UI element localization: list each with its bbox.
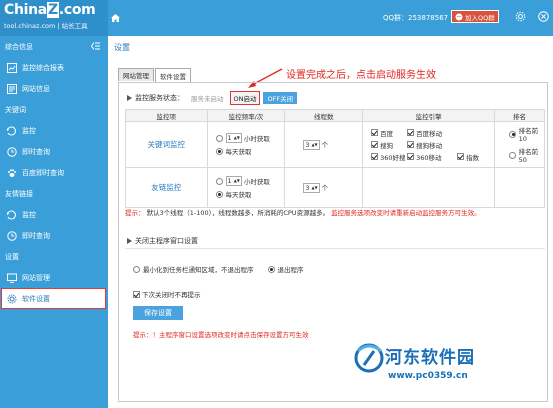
engine-index-checkbox[interactable]: 指数 [457,152,493,162]
join-qq-button[interactable]: 加入QQ群 [451,10,499,23]
sidebar-item-monitor-report[interactable]: 监控综合报表 [0,57,108,78]
section-divider [125,248,545,249]
sidebar-item-site-info[interactable]: 网站信息 [0,78,108,99]
service-status-row: 监控服务状态： 服务未启动 ON启动 OFF关闭 [127,91,298,105]
monitor-table: 监控项 监控频率/次 线程数 监控引擎 排名 关键词监控 1 ▲▼ 小时获取 每天获… [125,109,545,208]
engines-cell: 百度 百度移动 搜狗 搜狗移动 360好搜 360移动 指数 [362,121,496,168]
home-icon[interactable] [111,14,120,24]
sidebar-section-friend-links: 友情链接 [5,189,33,198]
save-settings-button[interactable]: 保存设置 [133,306,183,320]
table-header: 监控项 [125,109,208,122]
paw-icon [7,168,17,178]
daily-radio[interactable] [215,147,223,155]
engine-360-checkbox[interactable]: 360好搜 [371,152,407,162]
exit-program-radio[interactable] [267,265,275,273]
threads-stepper[interactable]: 3 ▲▼ [303,140,320,150]
close-icon[interactable] [538,11,549,24]
watermark: 河东软件园 www.pc0359.cn [352,339,552,399]
service-status-label: 监控服务状态： [135,94,184,102]
minimize-to-tray-radio[interactable] [133,265,140,273]
watermark-url: www.pc0359.cn [388,371,468,381]
sidebar: ChinaZ.com tool.chinaz.com | 站长工具 综合信息 监… [0,0,108,408]
gear-icon [7,294,17,304]
engine-baidu-mobile-checkbox[interactable]: 百度移动 [407,128,457,138]
settings-gear-icon[interactable] [515,11,526,24]
engine-360-mobile-checkbox[interactable]: 360移动 [407,152,457,162]
clock-icon [7,146,17,157]
keyword-monitor-category[interactable]: 关键词监控 [125,121,208,168]
save-tip: 提示：！主程序窗口设置选项改变时请点击保存设置方可生效 [133,331,309,339]
sidebar-section-overview: 综合信息 [0,36,108,57]
threads-stepper[interactable]: 3 ▲▼ [303,183,320,193]
hours-stepper[interactable]: 1 ▲▼ [225,176,242,186]
rank-cell [494,167,545,208]
table-header: 监控引擎 [362,109,496,122]
stop-service-button[interactable]: OFF关闭 [263,92,298,104]
sidebar-item-keyword-monitor[interactable]: 监控 [0,120,108,141]
brand-logo: ChinaZ.com [4,2,96,18]
sidebar-section-keywords: 关键词 [5,105,26,114]
close-window-section-title: 关闭主程序窗口设置 [127,236,198,246]
qq-icon [455,13,463,20]
caret-right-icon [127,95,132,101]
watermark-logo-icon [354,343,384,373]
qq-group-label: QQ群：253878567 [383,14,449,22]
sidebar-item-link-monitor[interactable]: 监控 [0,204,108,225]
globe-icon [7,273,17,283]
service-status-value: 服务未启动 [191,95,224,103]
daily-radio[interactable] [215,190,223,198]
engine-sogou-mobile-checkbox[interactable]: 搜狗移动 [407,140,457,150]
caret-right-icon [127,238,132,244]
rank-cell: 排名前10 排名前50 [494,121,545,168]
page-title: 设置 [114,43,130,52]
sidebar-item-baidu-query[interactable]: 百度即时查询 [0,162,108,183]
sidebar-item-link-query[interactable]: 即时查询 [0,225,108,246]
sidebar-item-keyword-query[interactable]: 即时查询 [0,141,108,162]
tab-software-settings[interactable]: 软件设置 [155,68,191,82]
close-options: 最小化到任务栏通知区域，不退出程序 退出程序 [133,264,304,274]
engines-cell [362,167,496,208]
no-prompt-row: 下次关闭时不再提示 [133,289,201,299]
table-header: 线程数 [284,109,364,122]
no-prompt-checkbox[interactable] [133,290,140,298]
table-header: 排名 [494,109,545,122]
site-info-icon [7,83,17,94]
start-service-button[interactable]: ON启动 [229,91,261,105]
annotation-text: 设置完成之后，点击启动服务生效 [286,70,436,81]
monitor-icon [7,210,17,220]
engine-sogou-checkbox[interactable]: 搜狗 [371,140,407,150]
frequency-cell: 1 ▲▼ 小时获取 每天获取 [206,167,286,208]
threads-cell: 3 ▲▼ 个 [284,167,364,208]
hourly-radio[interactable] [215,177,223,185]
brand: ChinaZ.com tool.chinaz.com | 站长工具 [0,0,108,36]
rank-top10-radio[interactable] [509,130,516,138]
brand-subtitle: tool.chinaz.com | 站长工具 [4,22,88,30]
settings-tabs: 网站管理 软件设置 [118,68,192,82]
hourly-radio[interactable] [215,134,223,142]
collapse-menu-icon[interactable] [90,42,100,52]
engine-baidu-checkbox[interactable]: 百度 [371,128,407,138]
link-monitor-category[interactable]: 友链监控 [125,167,208,208]
thread-tip: 提示： 默认3个线程（1-100），线程数越多，所消耗的CPU资源越多。 监控服… [125,209,481,217]
table-header: 监控频率/次 [206,109,286,122]
tab-site-manage[interactable]: 网站管理 [118,68,154,81]
table-row: 关键词监控 1 ▲▼ 小时获取 每天获取 3 ▲▼ 个 百度 百度移动 搜狗 搜狗移动 [125,121,545,168]
table-header-row: 监控项 监控频率/次 线程数 监控引擎 排名 [125,109,545,122]
top-bar: QQ群：253878567 加入QQ群 [108,0,553,36]
watermark-title: 河东软件园 [385,348,475,368]
chart-icon [7,62,17,73]
hours-stepper[interactable]: 1 ▲▼ [225,133,242,143]
monitor-icon [7,126,17,136]
threads-cell: 3 ▲▼ 个 [284,121,364,168]
frequency-cell: 1 ▲▼ 小时获取 每天获取 [206,121,286,168]
sidebar-item-software-settings[interactable]: 软件设置 [1,288,106,309]
rank-top50-radio[interactable] [509,151,516,159]
table-row: 友链监控 1 ▲▼ 小时获取 每天获取 3 ▲▼ 个 [125,167,545,208]
sidebar-section-settings: 设置 [5,252,19,261]
sidebar-item-site-manage[interactable]: 网站管理 [0,267,108,288]
clock-icon [7,230,17,241]
